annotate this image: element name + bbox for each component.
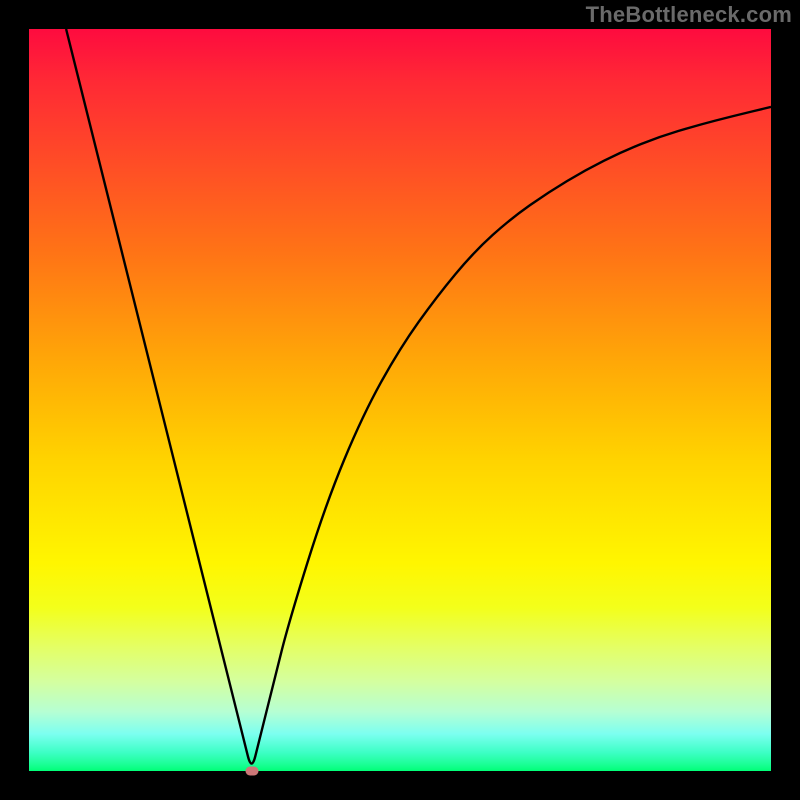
bottleneck-curve-path: [66, 29, 771, 764]
chart-frame: TheBottleneck.com: [0, 0, 800, 800]
plot-area: [29, 29, 771, 771]
optimal-point-marker: [245, 767, 258, 776]
watermark-text: TheBottleneck.com: [586, 2, 792, 28]
curve-svg: [29, 29, 771, 771]
